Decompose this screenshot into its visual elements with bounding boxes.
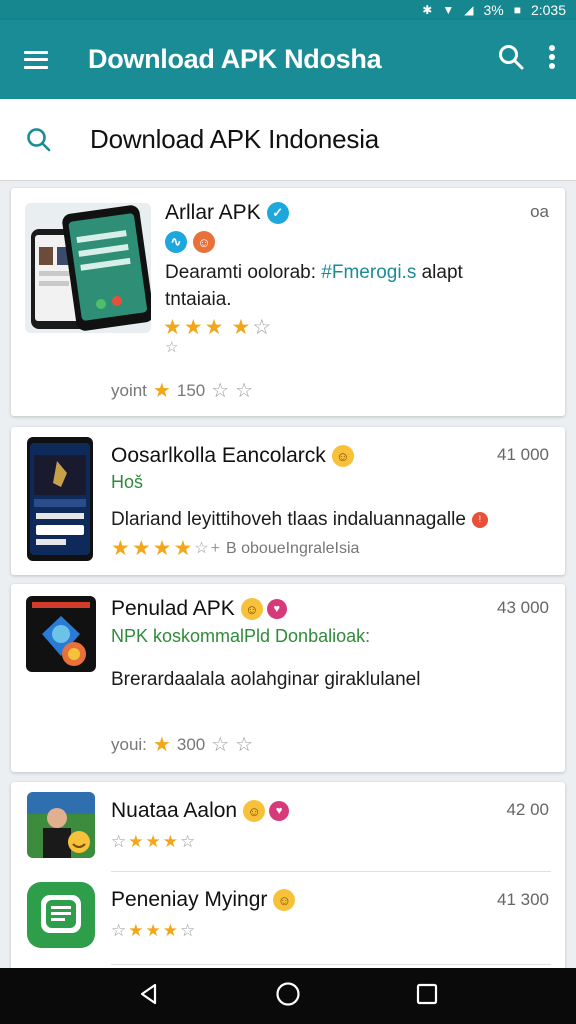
app-card[interactable]: Oosarlkolla Eancolarck ☺ 41 000 Hoš Dlari… xyxy=(11,427,565,575)
app-size: oa xyxy=(530,202,549,221)
app-thumbnail xyxy=(26,596,96,672)
home-icon xyxy=(276,981,300,1006)
system-nav-bar xyxy=(0,968,576,1024)
back-icon xyxy=(140,983,157,1004)
star-empty-icon: ☆ xyxy=(235,380,254,402)
divider xyxy=(111,964,551,965)
star-rating: ☆ ★ ★ ★ ☆ xyxy=(111,921,196,940)
app-name: Penulad APK ☺ ♥ xyxy=(111,597,287,621)
search-icon xyxy=(27,127,51,151)
app-meta: youi: ★ 300 ☆ ☆ xyxy=(111,734,254,756)
star-rating: ★ ★ ★ ★ ☆ + B oboueIngraleIsia xyxy=(111,537,360,560)
app-card[interactable]: Arllar APK ✓ oa ∿ ☺ Dearamti oolorab: #Fme… xyxy=(11,188,565,416)
back-button[interactable] xyxy=(137,982,161,1011)
bluetooth-icon: ✱ xyxy=(422,3,433,17)
status-bar: ✱ ▼ ◢ 3% ■ 2:035 xyxy=(0,0,576,20)
app-thumbnail xyxy=(25,203,151,333)
battery-level: 3% xyxy=(483,2,504,18)
app-meta: yoint ★ 150 ☆ ☆ xyxy=(111,380,254,402)
app-size: 43 000 xyxy=(497,598,549,617)
star-icon: ★ xyxy=(231,316,251,339)
app-description: Dlariand leyittihoveh tlaas indaluannaga… xyxy=(111,506,488,533)
star-icon: ★ xyxy=(183,316,203,339)
star-empty-icon: ☆ xyxy=(211,380,230,402)
emoji-icon: ! xyxy=(471,511,488,528)
star-empty-icon: ☆ xyxy=(235,734,254,756)
battery-icon: ■ xyxy=(513,3,521,17)
app-card[interactable]: Penulad APK ☺ ♥ 43 000 NPK koskommalPld Do… xyxy=(11,584,565,772)
app-name: Arllar APK ✓ xyxy=(165,201,289,225)
emoji-icon: ☺ xyxy=(273,889,296,912)
search-icon xyxy=(499,45,524,70)
star-icon: ★ xyxy=(152,380,171,402)
app-list-card: Nuataa Aalon ☺ ♥ 42 00 ☆ ★ ★ ★ ☆ Peneniay Myin… xyxy=(11,782,565,968)
verified-badge-icon: ✓ xyxy=(266,202,289,225)
signal-icon: ▼ xyxy=(442,3,455,17)
hashtag-link[interactable]: #Fmerogi.s xyxy=(321,262,416,283)
divider xyxy=(111,871,551,872)
app-name: Peneniay Myingr ☺ xyxy=(111,888,296,912)
emoji-icon: ☺ xyxy=(331,445,354,468)
app-bar: Download APK Ndosha xyxy=(0,20,576,99)
star-icon: ★ xyxy=(152,734,171,756)
emoji-icon: ☺ xyxy=(243,800,266,823)
app-size: 42 00 xyxy=(506,800,549,819)
emoji-icon: ☺ xyxy=(240,598,263,621)
search-query[interactable]: Download APK Indonesia xyxy=(90,124,379,155)
star-icon: ★ xyxy=(204,316,224,339)
hamburger-icon xyxy=(24,50,48,69)
app-size: 41 300 xyxy=(497,890,549,909)
more-options-button[interactable] xyxy=(548,44,556,75)
app-meta: B oboueIngraleIsia xyxy=(226,540,360,557)
app-thumbnail xyxy=(27,792,95,858)
heart-icon: ♥ xyxy=(266,599,287,620)
star-empty-icon: ☆ xyxy=(165,339,179,356)
recents-icon xyxy=(416,983,438,1004)
star-empty-icon: ☆ xyxy=(211,734,230,756)
app-name: Oosarlkolla Eancolarck ☺ xyxy=(111,444,354,468)
wifi-icon: ◢ xyxy=(464,3,474,17)
app-thumbnail xyxy=(27,882,95,948)
chart-badge-icon: ∿ xyxy=(165,231,187,253)
app-description: Brerardaalala aolahginar giraklulanel xyxy=(111,669,421,690)
star-rating: ☆ ★ ★ ★ ☆ xyxy=(111,832,196,851)
star-rating: ★ ★ ★ ★ ☆ xyxy=(163,317,271,338)
more-vert-icon xyxy=(549,45,555,69)
search-bar[interactable]: Download APK Indonesia xyxy=(0,99,576,181)
star-icon: ★ xyxy=(163,316,182,339)
star-empty-icon: ☆ xyxy=(252,316,272,339)
app-description: Dearamti oolorab: #Fmerogi.s alapt tntai… xyxy=(165,262,463,310)
app-title: Download APK Ndosha xyxy=(88,44,382,74)
search-button[interactable] xyxy=(498,44,524,75)
clock: 2:035 xyxy=(530,2,566,18)
emoji-icon: ☺ xyxy=(193,231,215,253)
app-thumbnail xyxy=(27,437,93,561)
app-developer[interactable]: NPK koskommalPld Donbalioak: xyxy=(111,626,370,647)
app-name: Nuataa Aalon ☺ ♥ xyxy=(111,799,290,823)
recents-button[interactable] xyxy=(415,982,439,1011)
heart-icon: ♥ xyxy=(269,801,290,822)
home-button[interactable] xyxy=(275,981,301,1012)
menu-button[interactable] xyxy=(0,20,72,99)
app-size: 41 000 xyxy=(497,445,549,464)
app-developer[interactable]: Hoš xyxy=(111,472,143,493)
